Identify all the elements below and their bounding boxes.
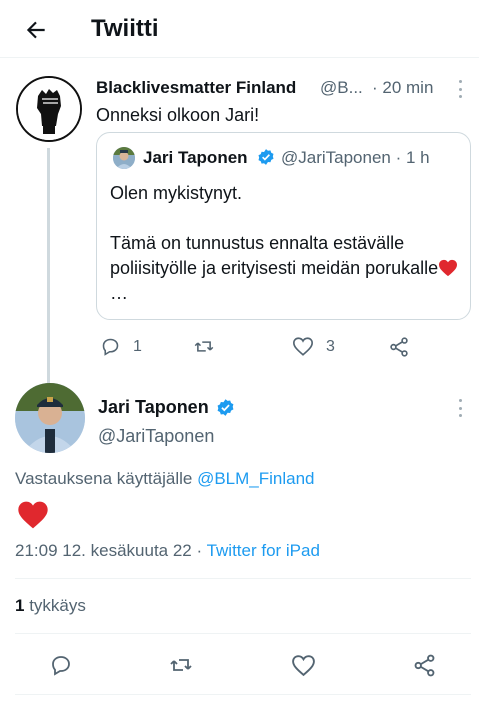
heart-outline-icon	[293, 337, 313, 356]
retweet-icon	[194, 341, 214, 352]
more-vertical-icon[interactable]	[457, 80, 463, 98]
quoted-ellipsis: …	[110, 283, 128, 303]
quoted-line-2: Tämä on tunnustus ennalta estävälle poli…	[110, 231, 460, 306]
share-icon	[414, 654, 434, 676]
retweet-icon	[170, 659, 192, 671]
reply-icon	[52, 656, 70, 676]
more-vertical-icon[interactable]	[457, 399, 463, 417]
avatar-blm[interactable]	[16, 76, 82, 142]
mention-link[interactable]: @BLM_Finland	[197, 469, 314, 488]
quoted-tweet[interactable]: Jari Taponen @JariTaponen · 1 h Olen myk…	[96, 132, 471, 320]
share-button[interactable]	[388, 336, 410, 358]
quoted-line-1: Olen mykistynyt.	[110, 183, 243, 203]
tweet-meta: 21:09 12. kesäkuuta 22 · Twitter for iPa…	[15, 541, 320, 561]
red-heart-emoji	[439, 259, 458, 277]
share-button[interactable]	[411, 652, 437, 678]
tweet-text: Onneksi olkoon Jari!	[96, 105, 260, 125]
replying-to: Vastauksena käyttäjälle @BLM_Finland	[15, 469, 315, 489]
top-bar: Twiitti	[0, 0, 479, 58]
tweet-timestamp[interactable]: 21:09 12. kesäkuuta 22 ·	[15, 541, 207, 560]
reply-icon	[102, 338, 119, 356]
likes-summary[interactable]: 1 tykkäys	[15, 596, 86, 616]
heart-outline-icon	[291, 654, 315, 676]
person-photo-icon	[113, 147, 135, 169]
avatar-jari[interactable]	[15, 383, 85, 453]
like-count: 3	[326, 337, 335, 355]
verified-badge-icon	[217, 399, 234, 416]
author-handle[interactable]: @JariTaponen	[98, 426, 214, 447]
author-name[interactable]: Blacklivesmatter Finland	[96, 78, 296, 98]
raised-fist-logo	[18, 78, 80, 140]
reply-button[interactable]: 1	[100, 336, 142, 357]
retweet-button[interactable]	[192, 336, 216, 357]
red-heart-emoji	[18, 501, 48, 529]
author-name[interactable]: Jari Taponen	[98, 397, 209, 418]
tweet-time[interactable]: · 20 min	[372, 78, 433, 98]
retweet-button[interactable]	[168, 652, 194, 678]
like-button[interactable]: 3	[292, 336, 335, 357]
likes-label: tykkäys	[24, 596, 86, 615]
author-handle[interactable]: @B...	[320, 78, 363, 98]
divider	[15, 633, 471, 634]
person-photo-icon	[15, 383, 85, 453]
tweet-source[interactable]: Twitter for iPad	[207, 541, 320, 560]
reply-count: 1	[133, 337, 142, 355]
quoted-line-2-text: Tämä on tunnustus ennalta estävälle poli…	[110, 233, 439, 278]
quoted-author-handle: @JariTaponen · 1 h	[281, 148, 430, 167]
verified-badge-icon	[258, 149, 274, 165]
arrow-left-icon	[26, 21, 45, 39]
divider	[15, 694, 471, 695]
quoted-text: Olen mykistynyt. Tämä on tunnustus ennal…	[110, 181, 460, 306]
back-button[interactable]	[20, 14, 52, 46]
page-title: Twiitti	[91, 15, 159, 42]
share-icon	[390, 337, 408, 357]
quoted-author-name: Jari Taponen	[143, 148, 248, 167]
reply-button[interactable]	[48, 652, 74, 678]
like-button[interactable]	[290, 652, 316, 678]
divider	[15, 578, 471, 579]
parent-tweet[interactable]: Blacklivesmatter Finland @B... · 20 min …	[0, 66, 479, 444]
reply-prefix: Vastauksena käyttäjälle	[15, 469, 198, 488]
avatar-jari-small	[113, 147, 135, 169]
